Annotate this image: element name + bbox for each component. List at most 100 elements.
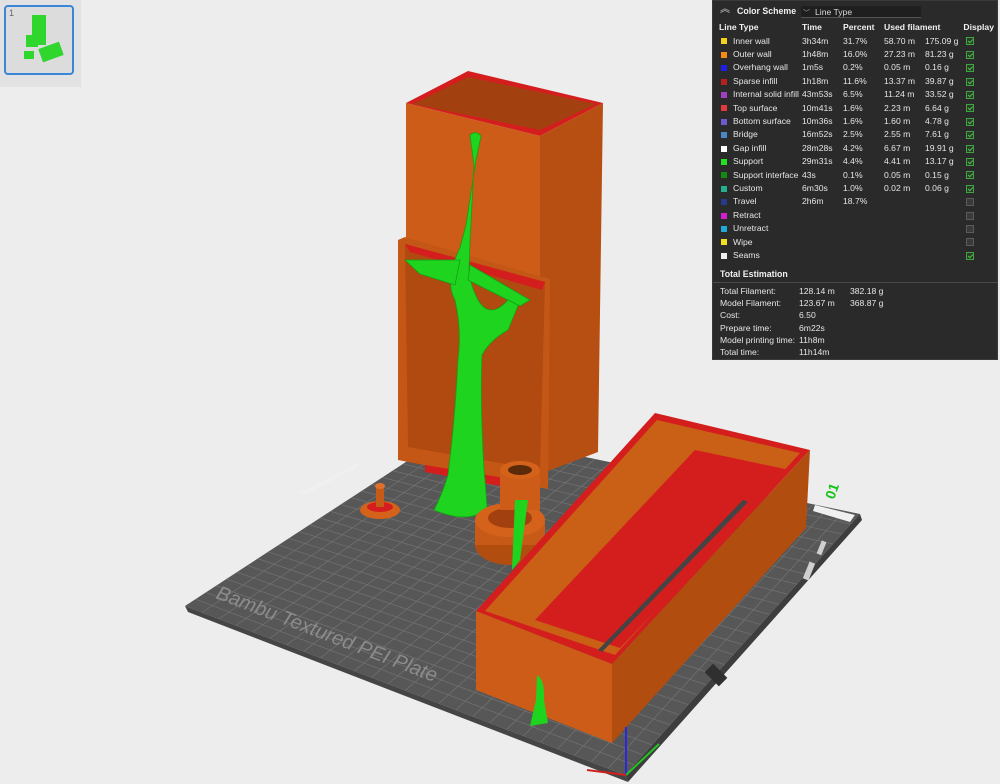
line-type-row: Bottom surface 10m36s 1.6% 1.60 m 4.78 g: [716, 114, 994, 127]
line-type-weight: 19.91 g: [925, 142, 954, 153]
color-swatch-icon: [721, 118, 727, 125]
estimation-label: Cost:: [720, 310, 741, 321]
column-header: Display: [963, 22, 994, 32]
estimation-value: 6.50: [799, 310, 816, 321]
line-type-time: 16m52s: [802, 129, 833, 140]
line-type-length: 0.02 m: [884, 182, 911, 193]
color-scheme-dropdown[interactable]: ﹀ Line Type: [801, 6, 921, 18]
line-type-weight: 13.17 g: [925, 156, 954, 167]
line-type-length: 13.37 m: [884, 75, 916, 86]
column-header: Line Type: [719, 22, 759, 32]
line-type-time: 10m36s: [802, 116, 833, 127]
display-checkbox[interactable]: [966, 198, 975, 207]
estimation-label: Model Filament:: [720, 298, 782, 309]
line-type-name: Top surface: [733, 102, 778, 113]
color-swatch-icon: [721, 65, 727, 72]
line-type-time: 29m31s: [802, 156, 833, 167]
estimation-value-secondary: 368.87 g: [850, 298, 884, 309]
line-type-name: Support: [733, 156, 764, 167]
line-type-length: 0.05 m: [884, 169, 911, 180]
legend-header: ︽ Color Scheme ﹀ Line Type: [713, 1, 997, 21]
display-checkbox[interactable]: [966, 64, 975, 73]
line-type-name: Wipe: [733, 236, 753, 247]
display-checkbox[interactable]: [966, 144, 975, 153]
line-type-length: 11.24 m: [884, 89, 915, 100]
line-type-length: 0.05 m: [884, 62, 911, 73]
estimation-value: 11h8m: [799, 334, 825, 345]
color-scheme-selected: Line Type: [815, 7, 853, 17]
line-type-name: Sparse infill: [733, 75, 778, 86]
line-type-weight: [922, 221, 960, 234]
display-checkbox[interactable]: [966, 77, 975, 86]
color-swatch-icon: [721, 212, 727, 219]
color-swatch-icon: [721, 185, 727, 192]
line-type-row: Inner wall 3h34m 31.7% 58.70 m 175.09 g: [716, 34, 994, 47]
color-swatch-icon: [721, 105, 727, 112]
line-type-row: Support interface 43s 0.1% 0.05 m 0.15 g: [716, 168, 994, 181]
line-type-weight: 33.52 g: [925, 89, 954, 100]
line-type-weight: [922, 235, 960, 248]
line-type-time: 1m5s: [802, 62, 824, 73]
line-type-length: 58.70 m: [884, 35, 916, 46]
color-swatch-icon: [721, 91, 727, 98]
column-header: Percent: [843, 22, 875, 32]
plate-thumbnail-panel: 1: [0, 0, 81, 87]
line-type-time: 28m28s: [802, 142, 833, 153]
color-swatch-icon: [721, 239, 727, 246]
line-type-percent: 0.2%: [843, 62, 863, 73]
line-type-name: Seams: [733, 249, 760, 260]
line-type-length: [881, 195, 922, 208]
display-checkbox[interactable]: [966, 238, 975, 247]
line-type-time: 1h18m: [802, 75, 829, 86]
color-swatch-icon: [721, 172, 727, 179]
display-checkbox[interactable]: [966, 90, 975, 99]
collapse-icon[interactable]: ︽: [719, 4, 731, 16]
display-checkbox[interactable]: [966, 50, 975, 59]
display-checkbox[interactable]: [966, 131, 975, 140]
estimation-label: Prepare time:: [720, 322, 772, 333]
display-checkbox[interactable]: [966, 224, 975, 233]
estimation-label: Total time:: [720, 347, 760, 357]
line-type-percent: 11.6%: [843, 75, 867, 86]
line-type-weight: 6.64 g: [925, 102, 949, 113]
line-type-length: [881, 208, 922, 221]
line-type-weight: 0.06 g: [925, 182, 949, 193]
line-type-time: 43s: [802, 169, 816, 180]
line-type-row: Top surface 10m41s 1.6% 2.23 m 6.64 g: [716, 101, 994, 114]
estimation-label: Total Filament:: [720, 286, 776, 296]
display-checkbox[interactable]: [966, 117, 975, 126]
display-checkbox[interactable]: [966, 171, 975, 180]
display-checkbox[interactable]: [966, 104, 975, 113]
line-type-percent: [840, 248, 881, 261]
line-type-row: Gap infill 28m28s 4.2% 6.67 m 19.91 g: [716, 141, 994, 154]
line-type-weight: 7.61 g: [925, 129, 949, 140]
line-type-time: [799, 248, 840, 261]
divider: [713, 282, 997, 283]
display-checkbox[interactable]: [966, 37, 975, 46]
line-type-percent: 2.5%: [843, 129, 863, 140]
line-type-weight: [922, 248, 960, 261]
display-checkbox[interactable]: [966, 211, 975, 220]
line-type-row: Sparse infill 1h18m 11.6% 13.37 m 39.87 g: [716, 74, 994, 87]
color-swatch-icon: [721, 38, 727, 45]
line-type-length: 4.41 m: [884, 156, 911, 167]
display-checkbox[interactable]: [966, 157, 975, 166]
line-type-row: Overhang wall 1m5s 0.2% 0.05 m 0.16 g: [716, 61, 994, 74]
estimation-value: 6m22s: [799, 322, 825, 333]
display-checkbox[interactable]: [966, 184, 975, 193]
line-type-row: Internal solid infill 43m53s 6.5% 11.24 m 33…: [716, 88, 994, 101]
line-type-row: Bridge 16m52s 2.5% 2.55 m 7.61 g: [716, 128, 994, 141]
display-checkbox[interactable]: [966, 251, 975, 260]
line-type-time: 1h48m: [802, 49, 829, 60]
color-swatch-icon: [721, 78, 727, 85]
line-type-length: 2.55 m: [884, 129, 911, 140]
line-type-length: [881, 235, 922, 248]
line-type-name: Bridge: [733, 129, 758, 140]
line-type-row: Seams: [716, 248, 994, 261]
color-swatch-icon: [721, 252, 727, 259]
tall-box-model: [398, 71, 603, 489]
plate-thumbnail[interactable]: 1: [4, 5, 74, 75]
estimation-value: 123.67 m: [799, 298, 835, 309]
line-type-row: Travel 2h6m 18.7%: [716, 195, 994, 208]
line-type-row: Unretract: [716, 221, 994, 234]
